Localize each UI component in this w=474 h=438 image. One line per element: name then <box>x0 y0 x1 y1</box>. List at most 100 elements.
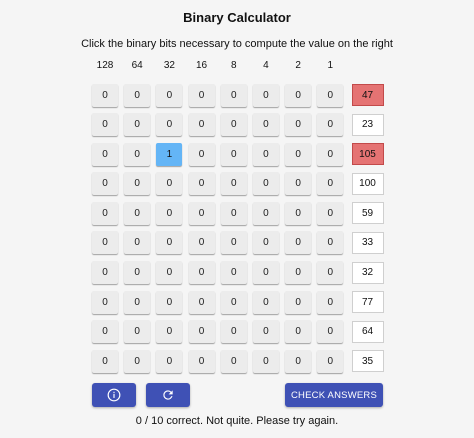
bit-toggle-button[interactable]: 0 <box>220 172 247 196</box>
bit-toggle-button[interactable]: 0 <box>124 142 151 166</box>
bit-row: 0 0 0 0 0 0 0 0 47 <box>92 83 384 107</box>
bit-toggle-button[interactable]: 0 <box>220 231 247 255</box>
bit-toggle-button[interactable]: 0 <box>188 83 215 107</box>
bit-toggle-button[interactable]: 1 <box>156 142 183 166</box>
bit-toggle-button[interactable]: 0 <box>124 113 151 137</box>
info-button[interactable] <box>92 383 136 407</box>
bit-toggle-button[interactable]: 0 <box>252 142 279 166</box>
bit-toggle-button[interactable]: 0 <box>317 231 344 255</box>
bit-value-header: 1 <box>327 60 334 71</box>
bit-toggle-button[interactable]: 0 <box>188 142 215 166</box>
bit-toggle-button[interactable]: 0 <box>220 320 247 344</box>
bit-toggle-button[interactable]: 0 <box>188 172 215 196</box>
bit-toggle-button[interactable]: 0 <box>92 201 118 225</box>
bit-toggle-button[interactable]: 0 <box>92 113 118 137</box>
bit-toggle-button[interactable]: 0 <box>317 113 344 137</box>
instructions-text: Click the binary bits necessary to compu… <box>81 38 393 50</box>
bit-toggle-button[interactable]: 0 <box>252 349 279 373</box>
bit-grid: 0 0 0 0 0 0 0 0 47 0 0 0 0 0 0 0 0 23 0 0 1 0 0 0 0 0 105 0 0 0 0 0 0 0 0 1… <box>92 83 384 379</box>
bit-toggle-button[interactable]: 0 <box>156 320 183 344</box>
bit-toggle-button[interactable]: 0 <box>188 231 215 255</box>
bit-value-header: 8 <box>230 60 237 71</box>
bit-toggle-button[interactable]: 0 <box>124 261 151 285</box>
bit-toggle-button[interactable]: 0 <box>285 290 312 314</box>
bit-toggle-button[interactable]: 0 <box>156 113 183 137</box>
bit-toggle-button[interactable]: 0 <box>220 349 247 373</box>
bit-toggle-button[interactable]: 0 <box>252 201 279 225</box>
bit-toggle-button[interactable]: 0 <box>156 290 183 314</box>
bit-toggle-button[interactable]: 0 <box>188 113 215 137</box>
bit-toggle-button[interactable]: 0 <box>285 113 312 137</box>
bit-toggle-button[interactable]: 0 <box>156 201 183 225</box>
bit-toggle-button[interactable]: 0 <box>285 142 312 166</box>
bit-toggle-button[interactable]: 0 <box>124 349 151 373</box>
bit-toggle-button[interactable]: 0 <box>156 83 183 107</box>
bit-toggle-button[interactable]: 0 <box>188 349 215 373</box>
bit-toggle-button[interactable]: 0 <box>188 261 215 285</box>
bit-toggle-button[interactable]: 0 <box>92 320 118 344</box>
bit-toggle-button[interactable]: 0 <box>317 349 344 373</box>
bit-toggle-button[interactable]: 0 <box>124 83 151 107</box>
info-icon <box>107 388 121 402</box>
bit-toggle-button[interactable]: 0 <box>92 172 118 196</box>
bit-toggle-button[interactable]: 0 <box>317 83 344 107</box>
bit-toggle-button[interactable]: 0 <box>317 320 344 344</box>
bit-toggle-button[interactable]: 0 <box>220 261 247 285</box>
bit-toggle-button[interactable]: 0 <box>285 231 312 255</box>
bit-toggle-button[interactable]: 0 <box>285 83 312 107</box>
bit-toggle-button[interactable]: 0 <box>124 320 151 344</box>
bit-toggle-button[interactable]: 0 <box>92 290 118 314</box>
page-title: Binary Calculator <box>183 10 291 25</box>
bit-toggle-button[interactable]: 0 <box>252 261 279 285</box>
bit-toggle-button[interactable]: 0 <box>124 201 151 225</box>
bit-toggle-button[interactable]: 0 <box>188 290 215 314</box>
bit-toggle-button[interactable]: 0 <box>92 142 118 166</box>
bit-toggle-button[interactable]: 0 <box>317 201 344 225</box>
bit-toggle-button[interactable]: 0 <box>220 142 247 166</box>
bit-toggle-button[interactable]: 0 <box>188 201 215 225</box>
bit-toggle-button[interactable]: 0 <box>252 320 279 344</box>
bit-toggle-button[interactable]: 0 <box>92 231 118 255</box>
bit-toggle-button[interactable]: 0 <box>156 172 183 196</box>
bit-toggle-button[interactable]: 0 <box>317 142 344 166</box>
bit-toggle-button[interactable]: 0 <box>285 201 312 225</box>
bit-toggle-button[interactable]: 0 <box>252 172 279 196</box>
bit-toggle-button[interactable]: 0 <box>252 290 279 314</box>
bit-toggle-button[interactable]: 0 <box>285 261 312 285</box>
target-value: 33 <box>351 231 384 254</box>
bit-toggle-button[interactable]: 0 <box>92 349 118 373</box>
bit-toggle-button[interactable]: 0 <box>252 231 279 255</box>
bit-toggle-button[interactable]: 0 <box>124 231 151 255</box>
bit-toggle-button[interactable]: 0 <box>220 83 247 107</box>
bit-toggle-button[interactable]: 0 <box>92 83 118 107</box>
bit-value-header: 2 <box>295 60 301 71</box>
bit-toggle-button[interactable]: 0 <box>124 290 151 314</box>
bit-toggle-button[interactable]: 0 <box>285 172 312 196</box>
bit-toggle-button[interactable]: 0 <box>317 261 344 285</box>
refresh-button[interactable] <box>146 383 190 407</box>
bit-toggle-button[interactable]: 0 <box>156 349 183 373</box>
bit-toggle-button[interactable]: 0 <box>252 113 279 137</box>
bit-toggle-button[interactable]: 0 <box>156 261 183 285</box>
bit-value-header: 4 <box>263 60 269 71</box>
bit-toggle-button[interactable]: 0 <box>285 320 312 344</box>
bit-toggle-button[interactable]: 0 <box>317 172 344 196</box>
target-value: 35 <box>351 350 384 373</box>
bit-toggle-button[interactable]: 0 <box>317 290 344 314</box>
bit-toggle-button[interactable]: 0 <box>124 172 151 196</box>
refresh-icon <box>163 390 173 400</box>
bit-toggle-button[interactable]: 0 <box>285 349 312 373</box>
bit-toggle-button[interactable]: 0 <box>220 201 247 225</box>
bit-toggle-button[interactable]: 0 <box>156 231 183 255</box>
bit-value-header: 128 <box>96 60 114 71</box>
bit-toggle-button[interactable]: 0 <box>220 290 247 314</box>
bit-row: 0 0 0 0 0 0 0 0 77 <box>92 290 384 314</box>
bit-toggle-button[interactable]: 0 <box>252 83 279 107</box>
bit-row: 0 0 1 0 0 0 0 0 105 <box>92 142 384 166</box>
target-value: 23 <box>351 113 384 136</box>
bit-toggle-button[interactable]: 0 <box>92 261 118 285</box>
check-answers-button[interactable]: CHECK ANSWERS <box>285 383 383 407</box>
bit-toggle-button[interactable]: 0 <box>188 320 215 344</box>
bit-row: 0 0 0 0 0 0 0 0 64 <box>92 320 384 344</box>
bit-toggle-button[interactable]: 0 <box>220 113 247 137</box>
